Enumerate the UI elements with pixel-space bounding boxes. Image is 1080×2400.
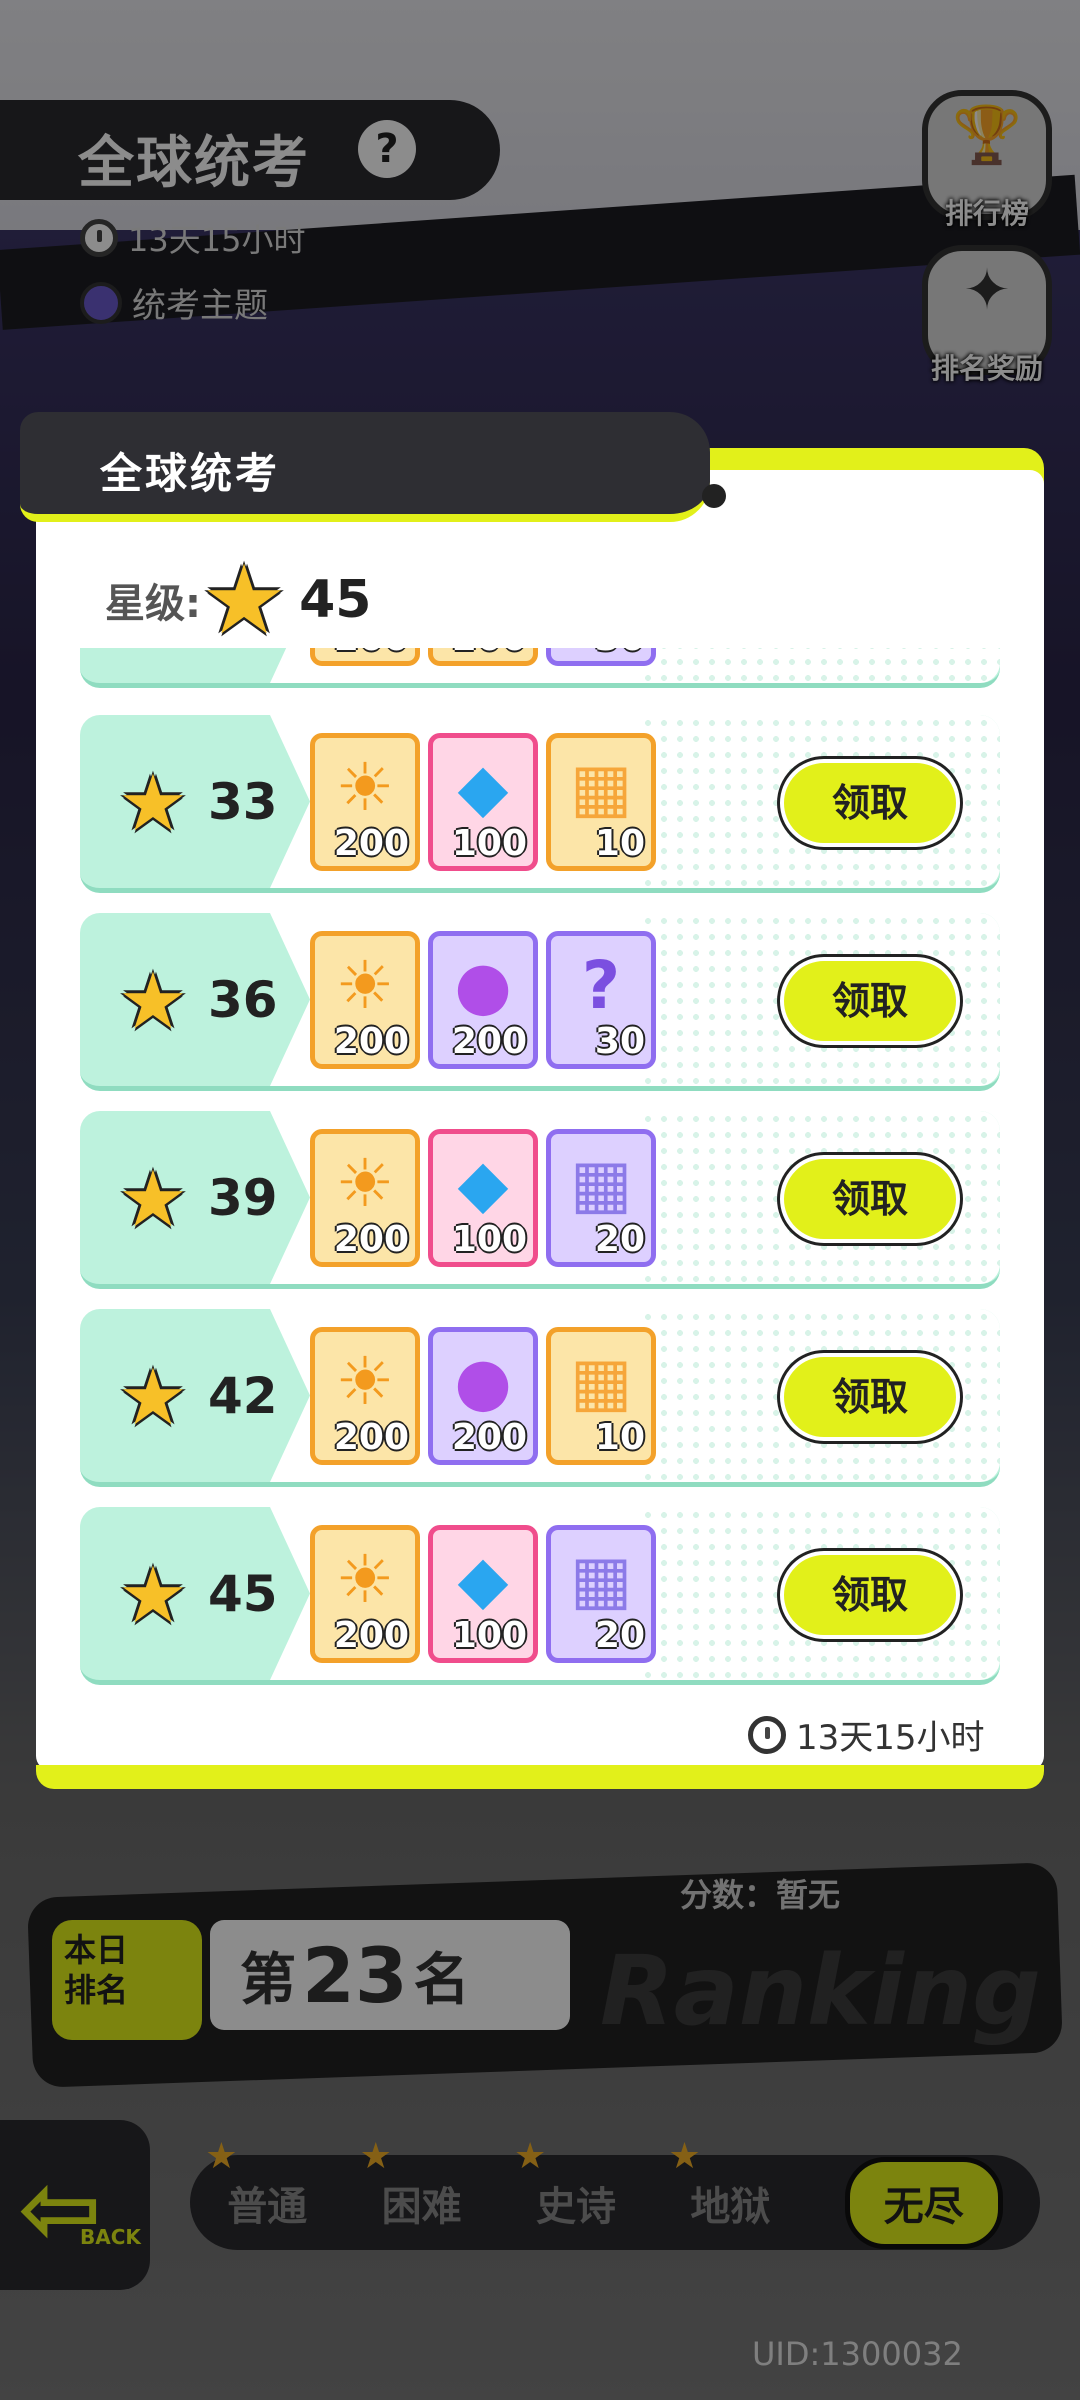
reward-item[interactable]: ▦ 10 <box>546 733 656 871</box>
reward-item[interactable]: ◆ 100 <box>428 1525 538 1663</box>
star-icon: ★ <box>118 1155 188 1245</box>
cool-badge-icon: ● <box>454 1343 512 1420</box>
sun-badge-icon: ☀ <box>335 1541 395 1618</box>
sun-badge-icon: ☀ <box>335 749 395 826</box>
reward-item[interactable]: 30 <box>546 648 656 666</box>
reward-count: 20 <box>594 1615 645 1656</box>
claim-button[interactable]: 领取 <box>780 1353 960 1441</box>
list-item: ★ 45 ☀ 200 ◆ 100 ▦ 20 领取 <box>80 1507 1000 1685</box>
list-item: ★ 33 ☀ 200 ◆ 100 ▦ 10 领取 <box>80 715 1000 893</box>
star-level-value: 45 <box>299 570 372 630</box>
reward-item[interactable]: 200 <box>310 648 420 666</box>
modal-title: 全球统考 <box>100 449 281 498</box>
diamond-icon: ◆ <box>457 1145 509 1222</box>
star-level-label: 星级: <box>105 581 201 627</box>
star-level: 星级: ★ 45 <box>105 544 372 656</box>
reward-count: 200 <box>333 1615 409 1656</box>
star-icon: ★ <box>118 759 188 849</box>
cool-badge-icon: ● <box>454 947 512 1024</box>
reward-count: 200 <box>333 823 409 864</box>
reward-count: 200 <box>333 1021 409 1062</box>
row-star-requirement: 42 <box>208 1367 278 1425</box>
reward-count: 10 <box>594 1417 645 1458</box>
reward-count: 30 <box>595 648 645 659</box>
reward-count: 200 <box>451 1417 527 1458</box>
reward-count: 200 <box>451 1021 527 1062</box>
claim-button[interactable]: 领取 <box>780 1155 960 1243</box>
modal-timer: 13天15小时 <box>748 1710 985 1759</box>
row-star-requirement: 33 <box>208 773 278 831</box>
reward-count: 100 <box>451 823 527 864</box>
list-item: ★ 36 ☀ 200 ● 200 ? 30 领取 <box>80 913 1000 1091</box>
row-star-requirement: 36 <box>208 971 278 1029</box>
list-item: 200 200 30 <box>80 648 1000 688</box>
star-icon: ★ <box>118 1551 188 1641</box>
row-star-requirement: 45 <box>208 1565 278 1623</box>
reward-item[interactable]: ☀ 200 <box>310 1129 420 1267</box>
reward-count: 20 <box>594 1219 645 1260</box>
reward-item[interactable]: 200 <box>428 648 538 666</box>
reward-item[interactable]: ● 200 <box>428 931 538 1069</box>
claim-button[interactable]: 领取 <box>780 759 960 847</box>
reward-list[interactable]: 200 200 30 ★ 33 ☀ 200 ◆ 100 ▦ 10 领取 ★ 36 <box>80 648 1000 1693</box>
list-item: ★ 42 ☀ 200 ● 200 ▦ 10 领取 <box>80 1309 1000 1487</box>
reward-item[interactable]: ▦ 20 <box>546 1129 656 1267</box>
star-icon: ★ <box>118 957 188 1047</box>
reward-count: 200 <box>334 648 409 659</box>
reward-count: 100 <box>451 1219 527 1260</box>
mystery-ball-icon: ? <box>581 947 621 1024</box>
row-star-requirement: 39 <box>208 1169 278 1227</box>
reward-count: 100 <box>451 1615 527 1656</box>
cool-can-icon: ▦ <box>569 1145 633 1222</box>
reward-item[interactable]: ◆ 100 <box>428 733 538 871</box>
reward-item[interactable]: ☀ 200 <box>310 1327 420 1465</box>
clock-icon <box>748 1715 786 1754</box>
cool-can-icon: ▦ <box>569 1343 633 1420</box>
reward-item[interactable]: ? 30 <box>546 931 656 1069</box>
reward-item[interactable]: ● 200 <box>428 1327 538 1465</box>
modal-timer-text: 13天15小时 <box>796 1718 985 1758</box>
sun-badge-icon: ☀ <box>335 947 395 1024</box>
reward-count: 10 <box>594 823 645 864</box>
reward-item[interactable]: ◆ 100 <box>428 1129 538 1267</box>
reward-item[interactable]: ☀ 200 <box>310 733 420 871</box>
reward-count: 30 <box>594 1021 645 1062</box>
claim-button[interactable]: 领取 <box>780 957 960 1045</box>
diamond-icon: ◆ <box>457 749 509 826</box>
reward-count: 200 <box>333 1417 409 1458</box>
reward-count: 200 <box>452 648 527 659</box>
header-dot <box>702 484 726 508</box>
sun-badge-icon: ☀ <box>335 1343 395 1420</box>
reward-item[interactable]: ☀ 200 <box>310 931 420 1069</box>
sun-badge-icon: ☀ <box>335 1145 395 1222</box>
claim-button[interactable]: 领取 <box>780 1551 960 1639</box>
reward-item[interactable]: ☀ 200 <box>310 1525 420 1663</box>
list-item: ★ 39 ☀ 200 ◆ 100 ▦ 20 领取 <box>80 1111 1000 1289</box>
diamond-icon: ◆ <box>457 1541 509 1618</box>
star-icon: ★ <box>201 544 288 656</box>
modal-accent-bottom <box>36 1765 1044 1789</box>
cool-can-icon: ▦ <box>569 1541 633 1618</box>
reward-count: 200 <box>333 1219 409 1260</box>
reward-item[interactable]: ▦ 10 <box>546 1327 656 1465</box>
cool-can-icon: ▦ <box>569 749 633 826</box>
row-pattern <box>640 648 1000 683</box>
reward-item[interactable]: ▦ 20 <box>546 1525 656 1663</box>
star-icon: ★ <box>118 1353 188 1443</box>
